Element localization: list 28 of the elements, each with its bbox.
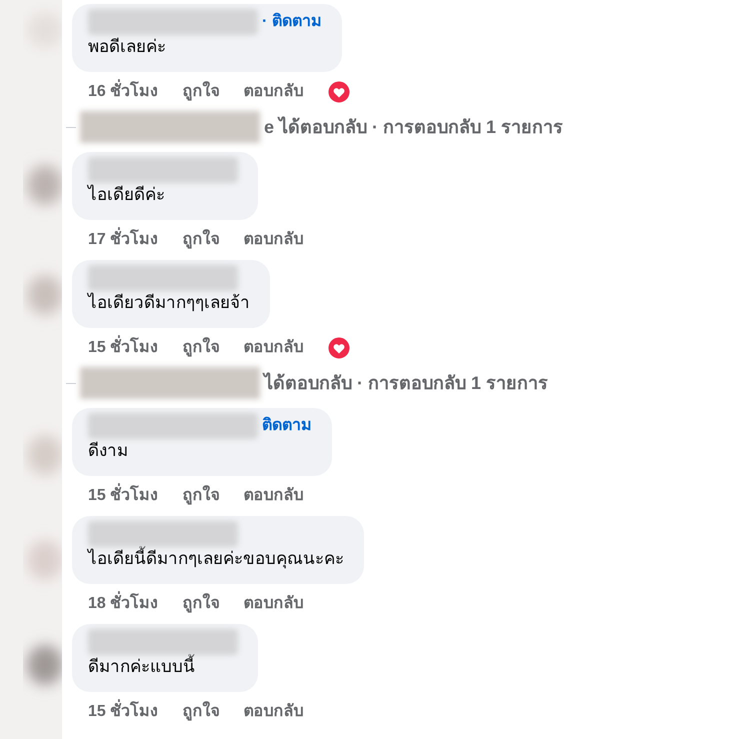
- reply-button[interactable]: ตอบกลับ: [243, 228, 304, 252]
- comment-time[interactable]: 15 ชั่วโมง: [88, 336, 158, 360]
- follow-link[interactable]: · ติดตาม: [262, 10, 322, 34]
- comment-text: ไอเดียวดีมากๆๆเลยจ้า: [88, 292, 250, 314]
- comment-text: พอดีเลยค่ะ: [88, 36, 167, 58]
- reply-button[interactable]: ตอบกลับ: [243, 484, 304, 508]
- comment-text: ไอเดียดีค่ะ: [88, 184, 166, 206]
- reply-button[interactable]: ตอบกลับ: [243, 80, 304, 104]
- like-button[interactable]: ถูกใจ: [182, 700, 220, 724]
- replies-link[interactable]: e ได้ตอบกลับ · การตอบกลับ 1 รายการ: [264, 114, 564, 140]
- comment-time[interactable]: 15 ชั่วโมง: [88, 700, 158, 724]
- like-button[interactable]: ถูกใจ: [182, 592, 220, 616]
- reply-button[interactable]: ตอบกลับ: [243, 700, 304, 724]
- comment-time[interactable]: 15 ชั่วโมง: [88, 484, 158, 508]
- follow-link[interactable]: ติดตาม: [262, 414, 312, 438]
- comment-time[interactable]: 17 ชั่วโมง: [88, 228, 158, 252]
- like-button[interactable]: ถูกใจ: [182, 336, 220, 360]
- reply-button[interactable]: ตอบกลับ: [243, 336, 304, 360]
- comment-time[interactable]: 16 ชั่วโมง: [88, 80, 158, 104]
- like-button[interactable]: ถูกใจ: [182, 80, 220, 104]
- like-button[interactable]: ถูกใจ: [182, 228, 220, 252]
- comment-text: ดีงาม: [88, 440, 129, 462]
- reply-button[interactable]: ตอบกลับ: [243, 592, 304, 616]
- comment-text: ดีมากค่ะแบบนี้: [88, 654, 238, 680]
- comment-time[interactable]: 18 ชั่วโมง: [88, 592, 158, 616]
- replies-link[interactable]: ได้ตอบกลับ · การตอบกลับ 1 รายการ: [264, 370, 548, 396]
- comment-text: ไอเดียนี้ดีมากๆเลยค่ะขอบคุณนะคะ: [88, 546, 344, 572]
- like-button[interactable]: ถูกใจ: [182, 484, 220, 508]
